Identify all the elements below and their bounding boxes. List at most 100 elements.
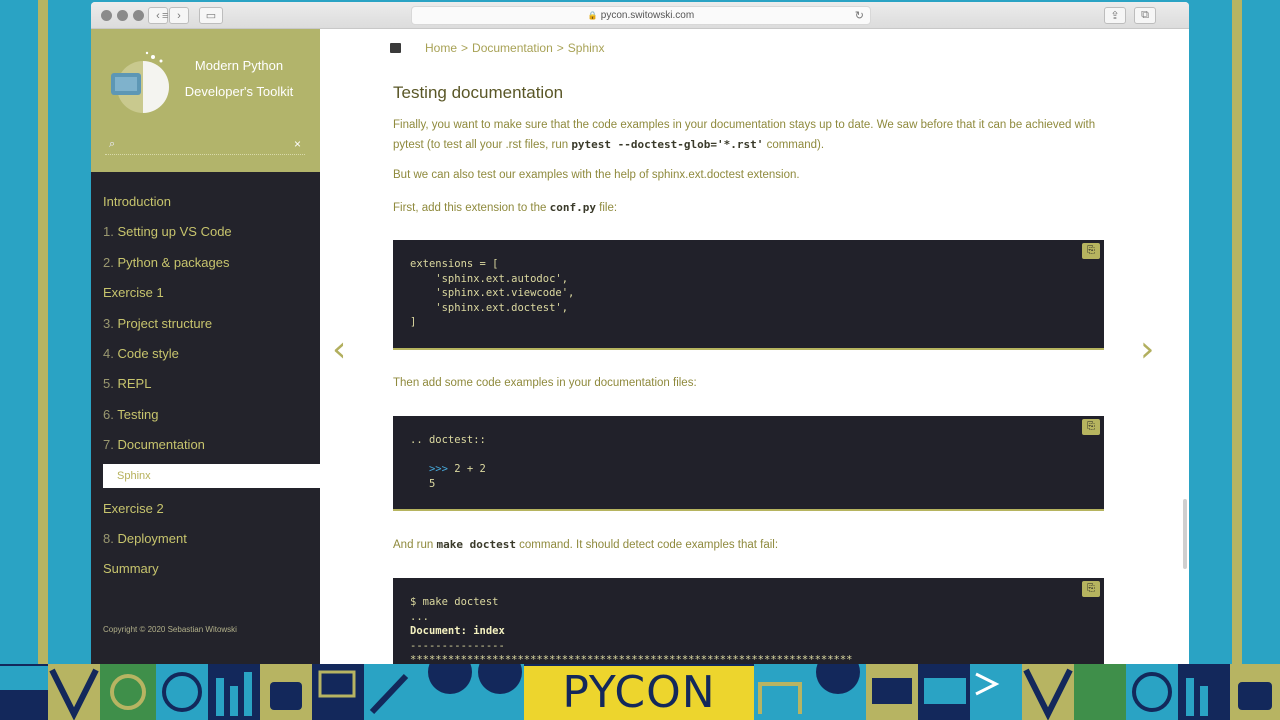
code-prompt: >>>	[428, 463, 448, 475]
sidebar-item-label: Summary	[103, 561, 159, 577]
sidebar-item-label: Code style	[117, 345, 179, 361]
sidebar-item-label: Sphinx	[117, 469, 151, 482]
sidebar-item-code-style[interactable]: 4. Code style	[103, 339, 320, 369]
sidebar-item-exercise-2[interactable]: Exercise 2	[103, 494, 320, 524]
tabs-icon: ⧉	[1141, 9, 1149, 21]
page-heading: Testing documentation	[393, 83, 564, 102]
close-window-button[interactable]	[101, 10, 112, 21]
window-controls	[101, 10, 144, 21]
forward-button[interactable]: ›	[169, 7, 189, 24]
brand-title-line1: Modern Python	[194, 58, 284, 73]
browser-titlebar: ‹ › ▭ ≡ 🔒 pycon.switowski.com ↻ ⇪ ⧉	[91, 2, 1189, 29]
pycon-2020-logo: PYCON 2020	[524, 666, 754, 720]
toolkit-logo-icon	[111, 51, 169, 113]
code-text: $ make doctest ... Document: index -----…	[410, 595, 1104, 664]
paragraph-add-extension: First, add this extension to the conf.py…	[393, 198, 1103, 218]
minimize-window-button[interactable]	[117, 10, 128, 21]
paragraph-text: command).	[763, 139, 825, 151]
sidebar-item-repl[interactable]: 5. REPL	[103, 369, 320, 399]
paragraph-doctest: But we can also test our examples with t…	[393, 169, 800, 181]
sidebar-item-sphinx[interactable]: Sphinx	[103, 463, 320, 488]
brand-title-line2: Developer's Toolkit	[184, 84, 294, 99]
sidebar-item-number: 2.	[103, 254, 114, 270]
sidebar-item-label: REPL	[117, 376, 152, 392]
search-input[interactable]	[125, 138, 285, 152]
sidebar-item-label: Introduction	[103, 194, 171, 209]
sidebar: Modern Python Developer's Toolkit ⌕ × In…	[91, 29, 320, 664]
sidebar-item-number: 3.	[103, 315, 114, 331]
code-line: .. doctest::	[410, 434, 486, 446]
brand-header: Modern Python Developer's Toolkit ⌕ ×	[91, 29, 320, 172]
frame-right-stripe	[1232, 0, 1242, 664]
breadcrumb-documentation[interactable]: Documentation	[472, 41, 553, 55]
chevron-right-icon: ›	[177, 9, 181, 22]
code-line: ****************************************…	[410, 654, 853, 664]
sidebar-toggle-button[interactable]: ▭	[199, 7, 223, 24]
code-block-extensions: ⎘ extensions = [ 'sphinx.ext.autodoc', '…	[393, 240, 1104, 350]
inline-code: pytest --doctest-glob='*.rst'	[571, 138, 764, 151]
code-line: $ make doctest	[410, 596, 499, 608]
scrollbar-thumb[interactable]	[1183, 499, 1187, 569]
copy-icon[interactable]: ⎘	[1082, 243, 1100, 259]
sidebar-item-number: 4.	[103, 345, 114, 361]
copy-icon[interactable]: ⎘	[1082, 419, 1100, 435]
breadcrumb-separator: >	[461, 41, 469, 55]
previous-page-arrow-icon[interactable]: ‹	[332, 329, 346, 370]
code-expression: 2 + 2	[447, 463, 486, 475]
code-block-make-doctest: ⎘ $ make doctest ... Document: index ---…	[393, 578, 1104, 664]
sidebar-item-number: 5.	[103, 376, 114, 392]
zoom-window-button[interactable]	[133, 10, 144, 21]
brand-title[interactable]: Modern Python Developer's Toolkit	[177, 53, 301, 105]
paragraph-intro: Finally, you want to make sure that the …	[393, 116, 1103, 155]
sidebar-item-summary[interactable]: Summary	[103, 554, 320, 584]
sidebar-nav: Introduction 1. Setting up VS Code 2. Py…	[103, 187, 320, 585]
sidebar-item-label: Deployment	[117, 530, 187, 546]
breadcrumb-separator: >	[556, 41, 564, 55]
sidebar-item-python-packages[interactable]: 2. Python & packages	[103, 248, 320, 278]
reader-menu-icon[interactable]: ≡	[162, 10, 168, 22]
clear-search-icon[interactable]: ×	[294, 137, 301, 151]
address-bar[interactable]: ≡ 🔒 pycon.switowski.com ↻	[162, 6, 871, 25]
sidebar-icon: ▭	[205, 10, 217, 22]
sidebar-item-documentation[interactable]: 7. Documentation	[103, 430, 320, 460]
sidebar-item-introduction[interactable]: Introduction	[103, 187, 320, 217]
share-button[interactable]: ⇪	[1104, 7, 1126, 24]
share-icon: ⇪	[1110, 10, 1120, 22]
next-page-arrow-icon[interactable]: ›	[1140, 329, 1154, 370]
sidebar-item-label: Project structure	[117, 315, 213, 331]
code-line: ...	[410, 610, 429, 623]
breadcrumb-home[interactable]: Home	[425, 41, 457, 55]
sidebar-item-project-structure[interactable]: 3. Project structure	[103, 309, 320, 339]
sidebar-item-number: 1.	[103, 224, 114, 240]
paragraph-run-doctest: And run make doctest command. It should …	[393, 535, 1103, 555]
paragraph-text: First, add this extension to the	[393, 202, 550, 214]
reload-icon[interactable]: ↻	[855, 9, 864, 22]
paragraph-add-examples: Then add some code examples in your docu…	[393, 377, 697, 389]
sidebar-item-exercise-1[interactable]: Exercise 1	[103, 278, 320, 308]
sidebar-item-setting-up-vs-code[interactable]: 1. Setting up VS Code	[103, 217, 320, 247]
sidebar-item-label: Exercise 1	[103, 285, 164, 301]
browser-window: ‹ › ▭ ≡ 🔒 pycon.switowski.com ↻ ⇪ ⧉ Mode…	[91, 2, 1189, 664]
code-result: 5	[428, 477, 436, 490]
code-line: Document: index	[410, 625, 505, 637]
sidebar-item-label: Setting up VS Code	[117, 224, 232, 240]
copy-icon[interactable]: ⎘	[1082, 581, 1100, 597]
inline-code: conf.py	[549, 201, 596, 214]
sidebar-item-testing[interactable]: 6. Testing	[103, 400, 320, 430]
sidebar-item-label: Testing	[117, 406, 159, 422]
paragraph-text: file:	[595, 202, 618, 214]
url-text: pycon.switowski.com	[600, 10, 695, 21]
inline-code: make doctest	[436, 538, 516, 551]
code-block-doctest: ⎘ .. doctest:: >>> 2 + 2 5	[393, 416, 1104, 511]
tabs-button[interactable]: ⧉	[1134, 7, 1156, 24]
sidebar-item-label: Documentation	[117, 437, 205, 453]
code-text: extensions = [ 'sphinx.ext.autodoc', 'sp…	[410, 258, 575, 328]
sidebar-item-deployment[interactable]: 8. Deployment	[103, 524, 320, 554]
copyright-text: Copyright © 2020 Sebastian Witowski	[103, 625, 237, 634]
menu-icon[interactable]	[390, 43, 401, 53]
search-box: ⌕ ×	[105, 137, 305, 155]
paragraph-text: command. It should detect code examples …	[515, 539, 779, 551]
sidebar-item-number: 8.	[103, 530, 114, 546]
sidebar-item-number: 6.	[103, 406, 114, 422]
pycon-banner: PYCON 2020	[0, 664, 1280, 720]
